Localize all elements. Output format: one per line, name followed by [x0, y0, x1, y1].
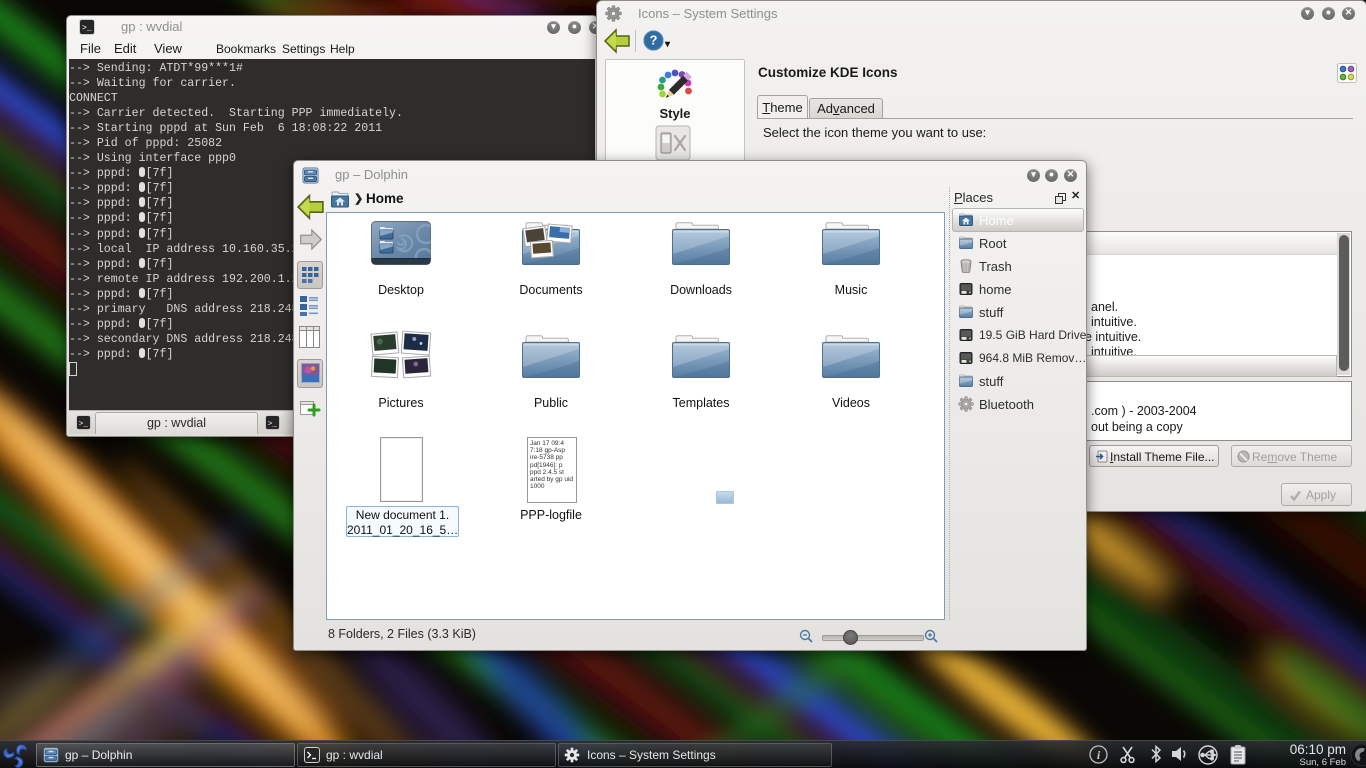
svg-text:>_: >_: [268, 420, 278, 428]
svg-text:?: ?: [650, 33, 658, 48]
svg-text:>_: >_: [79, 420, 89, 428]
svg-text:i: i: [1097, 748, 1101, 762]
svg-text:>_: >_: [82, 24, 92, 33]
